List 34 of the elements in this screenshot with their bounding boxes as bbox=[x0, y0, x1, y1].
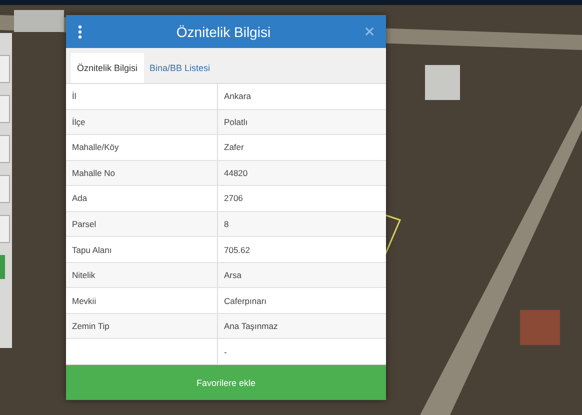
attribute-name: Mahalle/Köy bbox=[72, 142, 119, 152]
dropdown-field[interactable] bbox=[0, 55, 10, 83]
attribute-name: Nitelik bbox=[72, 270, 96, 280]
attribute-value: 705.62 bbox=[224, 244, 250, 255]
attribute-name: Mevkii bbox=[72, 296, 96, 306]
attribute-value: Polatlı bbox=[224, 116, 248, 127]
input-field[interactable] bbox=[0, 175, 10, 203]
attribute-value: Ankara bbox=[224, 91, 251, 102]
attribute-name: İl bbox=[72, 91, 76, 102]
tab[interactable]: Öznitelik Bilgisi bbox=[71, 53, 144, 83]
attribute-name: Ada bbox=[72, 193, 88, 204]
dropdown-field[interactable] bbox=[0, 95, 10, 123]
attribute-value: Caferpınarı bbox=[224, 296, 267, 306]
map-zoom-controls[interactable] bbox=[14, 10, 64, 32]
close-icon[interactable] bbox=[365, 27, 374, 36]
search-button[interactable] bbox=[0, 255, 5, 279]
attribute-value: Zafer bbox=[224, 142, 244, 152]
attribute-value: - bbox=[224, 346, 227, 357]
attribute-value: 44820 bbox=[224, 168, 248, 178]
attribute-value: 8 bbox=[224, 219, 229, 229]
attribute-name: İlçe bbox=[72, 116, 86, 127]
attribute-name: Parsel bbox=[72, 219, 96, 229]
add-favorites-button[interactable]: Favorilere ekle bbox=[66, 365, 386, 400]
attribute-value: Ana Taşınmaz bbox=[224, 321, 278, 332]
attribute-value: Arsa bbox=[224, 270, 242, 280]
dropdown-field[interactable] bbox=[0, 135, 10, 163]
attribute-name: Zemin Tip bbox=[72, 321, 110, 332]
tab[interactable]: Bina/BB Listesi bbox=[144, 53, 216, 83]
attribute-name: Tapu Alanı bbox=[72, 244, 112, 255]
menu-icon[interactable] bbox=[78, 24, 82, 38]
input-field[interactable] bbox=[0, 215, 10, 243]
attribute-name: Mahalle No bbox=[72, 168, 115, 178]
dialog-title: Öznitelik Bilgisi bbox=[175, 24, 272, 40]
attribute-value: 2706 bbox=[224, 193, 243, 204]
